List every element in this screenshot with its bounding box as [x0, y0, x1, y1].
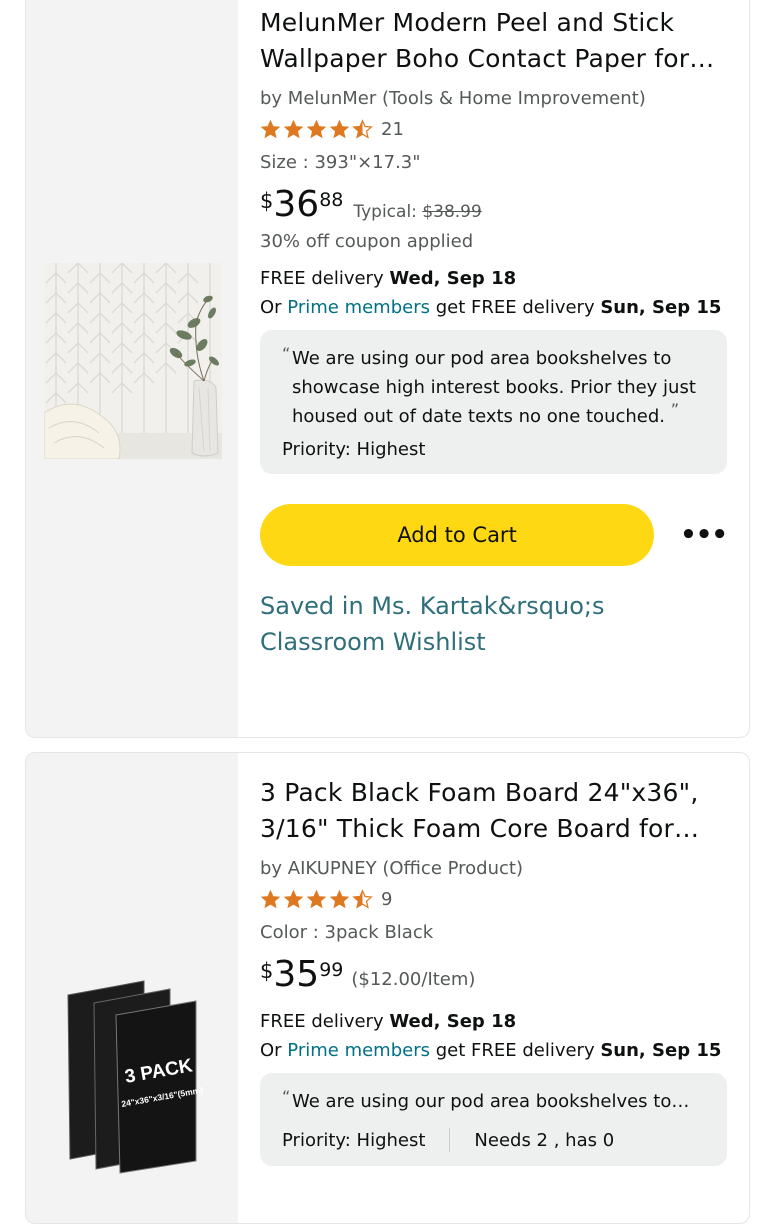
comment-text-wrap: “We are using our pod area bookshelves t… [282, 1087, 705, 1116]
delivery-date: Wed, Sep 18 [389, 268, 517, 289]
star-half-icon [352, 889, 373, 909]
prime-or: Or [260, 1040, 288, 1061]
typical-price: Typical: $38.99 [353, 202, 481, 222]
unit-price: ($12.00/Item) [351, 969, 476, 990]
prime-mid: get FREE delivery [430, 297, 601, 318]
comment-text: We are using our pod area bookshelves to… [292, 348, 696, 427]
product-info: 3 Pack Black Foam Board 24"x36", 3/16" T… [260, 775, 727, 1166]
coupon-text: 30% off coupon applied [260, 231, 474, 252]
comment-box[interactable]: “We are using our pod area bookshelves t… [260, 330, 727, 474]
prime-mid: get FREE delivery [430, 1040, 601, 1061]
comment-box[interactable]: “We are using our pod area bookshelves t… [260, 1073, 727, 1166]
saved-in-list-link[interactable]: Saved in Ms. Kartak&rsquo;s Classroom Wi… [260, 588, 727, 660]
star-full-icon [283, 889, 304, 909]
prime-members-link[interactable]: Prime members [287, 1040, 430, 1061]
product-image-area[interactable] [26, 0, 238, 737]
quote-close-mark: ” [670, 400, 680, 419]
star-full-icon [260, 119, 281, 139]
product-title[interactable]: MelunMer Modern Peel and Stick Wallpaper… [260, 5, 727, 77]
priority-label: Priority: Highest [282, 1129, 426, 1151]
product-title[interactable]: 3 Pack Black Foam Board 24"x36", 3/16" T… [260, 775, 727, 847]
needs-has-count: Needs 2 , has 0 [474, 1129, 615, 1151]
star-full-icon [329, 889, 350, 909]
product-image-foam-board[interactable]: 3 PACK 24"x36"x3/16"(5mm) [64, 975, 214, 1175]
prime-date: Sun, Sep 15 [600, 1040, 722, 1061]
add-to-cart-button[interactable]: Add to Cart [260, 504, 655, 566]
price-whole: 35 [273, 954, 320, 995]
priority-row: Priority: Highest [282, 439, 705, 460]
priority-label: Priority: Highest [282, 439, 426, 460]
delivery-prefix: FREE delivery [260, 268, 390, 289]
star-full-icon [306, 889, 327, 909]
star-full-icon [329, 119, 350, 139]
delivery-date: Wed, Sep 18 [389, 1011, 517, 1032]
price-fraction: 99 [319, 959, 344, 981]
prime-members-link[interactable]: Prime members [287, 297, 430, 318]
delivery-info: FREE delivery Wed, Sep 18 Or Prime membe… [260, 1007, 727, 1065]
comment-text: We are using our pod area bookshelves to… [292, 1091, 690, 1112]
price-fraction: 88 [319, 189, 344, 211]
delivery-prefix: FREE delivery [260, 1011, 390, 1032]
star-rating [260, 889, 373, 910]
rating-count: 21 [381, 119, 404, 140]
star-full-icon [283, 119, 304, 139]
delivery-info: FREE delivery Wed, Sep 18 Or Prime membe… [260, 264, 727, 322]
star-half-icon [352, 119, 373, 139]
price-symbol: $ [260, 959, 274, 983]
wishlist-item-card: 3 PACK 24"x36"x3/16"(5mm) 3 Pack Black F… [25, 752, 750, 1224]
star-full-icon [260, 889, 281, 909]
quote-open-mark: “ [282, 344, 291, 363]
divider [449, 1128, 451, 1152]
more-options-icon[interactable]: ••• [680, 520, 728, 550]
rating-row[interactable]: 9 [260, 889, 727, 910]
product-info: MelunMer Modern Peel and Stick Wallpaper… [260, 5, 728, 660]
cart-row: Add to Cart ••• [260, 504, 728, 566]
quote-open-mark: “ [282, 1087, 291, 1106]
price-symbol: $ [260, 189, 274, 213]
product-byline: by AIKUPNEY (Office Product) [260, 858, 523, 879]
prime-date: Sun, Sep 15 [600, 297, 722, 318]
wishlist-item-card: MelunMer Modern Peel and Stick Wallpaper… [25, 0, 750, 738]
prime-or: Or [260, 297, 288, 318]
variant-size: Size : 393"×17.3" [260, 152, 421, 173]
rating-row[interactable]: 21 [260, 119, 727, 140]
star-rating [260, 119, 373, 140]
variant-color: Color : 3pack Black [260, 922, 434, 943]
rating-count: 9 [381, 889, 393, 910]
typical-label: Typical: [353, 202, 417, 222]
star-full-icon [306, 119, 327, 139]
priority-row: Priority: Highest Needs 2 , has 0 [282, 1128, 705, 1152]
typical-price-value: $38.99 [422, 202, 482, 222]
price-row: $ 35 99 ($12.00/Item) [260, 955, 727, 995]
price-row: $ 36 88 Typical: $38.99 [260, 185, 727, 225]
product-image-area[interactable]: 3 PACK 24"x36"x3/16"(5mm) [26, 753, 238, 1223]
product-byline: by MelunMer (Tools & Home Improvement) [260, 88, 646, 109]
product-image-wallpaper[interactable] [44, 263, 222, 459]
comment-text-wrap: “We are using our pod area bookshelves t… [282, 344, 705, 431]
price-whole: 36 [273, 184, 320, 225]
